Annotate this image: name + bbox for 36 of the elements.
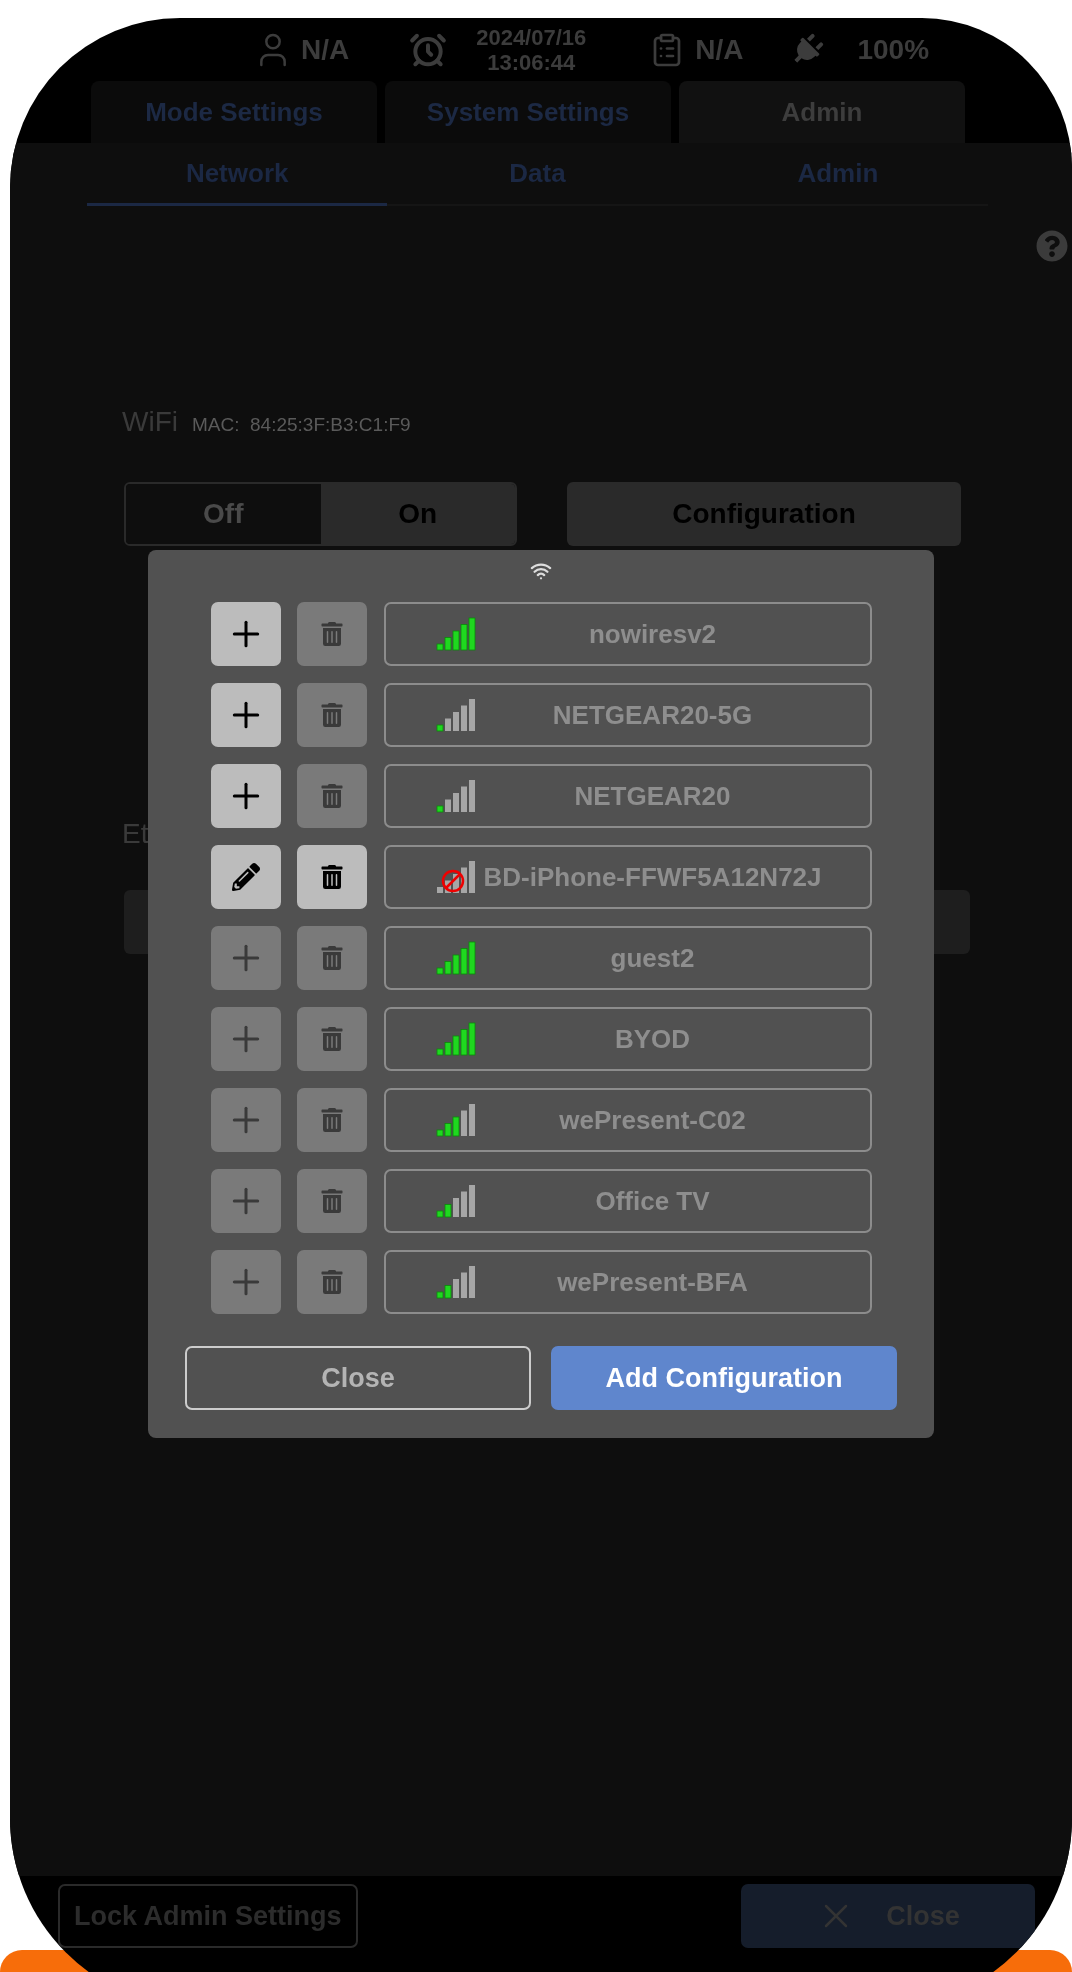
status-time: 13:06:44 xyxy=(487,49,576,75)
edit-button[interactable] xyxy=(210,845,281,909)
trash-icon xyxy=(319,1270,344,1294)
close-button[interactable]: Close xyxy=(185,1346,531,1410)
trash-icon xyxy=(319,1027,344,1051)
trash-icon xyxy=(319,784,344,808)
network-item[interactable]: NETGEAR20-5G xyxy=(383,683,872,747)
network-item[interactable]: NETGEAR20 xyxy=(383,764,872,828)
network-item[interactable]: wePresent-C02 xyxy=(383,1088,872,1152)
add-configuration-button[interactable]: Add Configuration xyxy=(551,1346,897,1410)
wifi-icon xyxy=(530,560,552,582)
add-button[interactable] xyxy=(210,602,281,666)
status-date: 2024/07/16 xyxy=(476,24,587,50)
network-item[interactable]: nowiresv2 xyxy=(383,602,872,666)
mac-address: MAC: 84:25:3F:B3:C1:F9 xyxy=(192,414,411,436)
network-item[interactable]: wePresent-BFA xyxy=(383,1250,872,1314)
trash-icon xyxy=(319,1108,344,1132)
user-status: N/A xyxy=(301,33,350,66)
pencil-icon xyxy=(231,863,260,891)
add-button[interactable] xyxy=(210,764,281,828)
trash-icon xyxy=(319,622,344,646)
record-status: N/A xyxy=(695,33,744,66)
trash-icon xyxy=(319,865,344,889)
trash-icon xyxy=(319,946,344,970)
settings-tab[interactable]: Mode Settings xyxy=(91,81,377,143)
network-item[interactable]: BD-iPhone-FFWF5A12N72J xyxy=(383,845,872,909)
add-button[interactable] xyxy=(210,683,281,747)
settings-tab[interactable]: System Settings xyxy=(385,81,671,143)
network-item[interactable]: BYOD xyxy=(383,1007,872,1071)
trash-icon xyxy=(319,703,344,727)
battery-level: 100% xyxy=(857,33,930,66)
help-icon[interactable] xyxy=(1036,230,1068,262)
network-item[interactable]: guest2 xyxy=(383,926,872,990)
network-item[interactable]: Office TV xyxy=(383,1169,872,1233)
delete-button[interactable] xyxy=(296,845,367,909)
trash-icon xyxy=(319,1189,344,1213)
